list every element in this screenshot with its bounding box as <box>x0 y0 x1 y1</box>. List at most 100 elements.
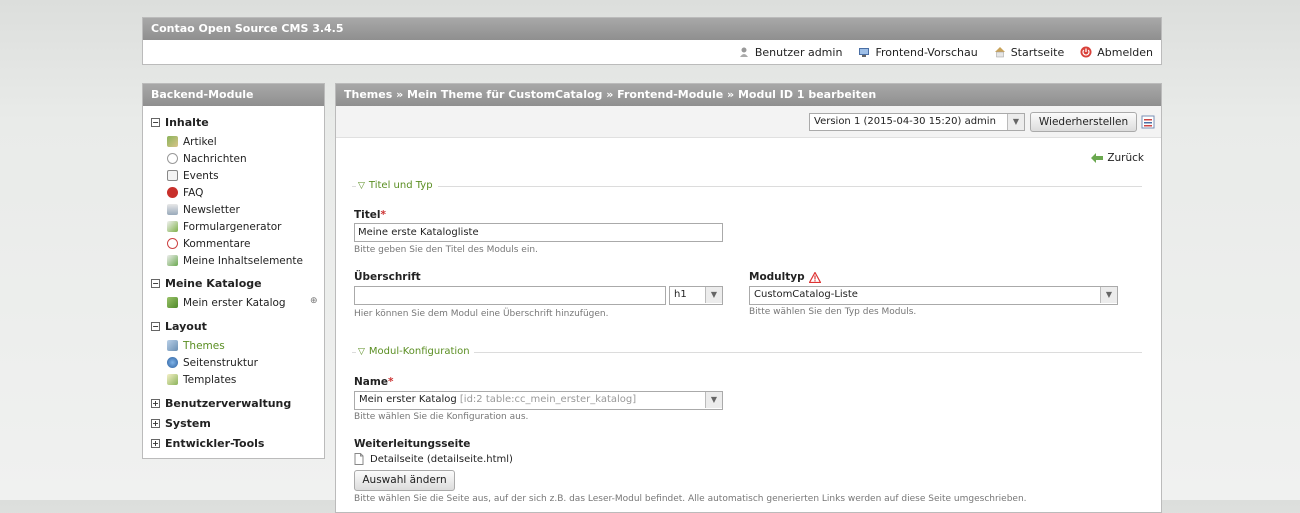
nav-group-meine-kataloge: − Meine Kataloge Mein erster Katalog ⊕ <box>143 269 324 311</box>
user-icon <box>739 47 748 57</box>
nav-group-toggle-benutzerverwaltung[interactable]: + Benutzerverwaltung <box>143 388 324 410</box>
fieldset-divider <box>474 352 1142 353</box>
fieldset-label: Modul-Konfiguration <box>368 346 470 357</box>
sidebar-item-label: Kommentare <box>183 237 251 250</box>
headline-input[interactable] <box>354 286 666 305</box>
sidebar-item-templates[interactable]: Templates <box>143 371 324 388</box>
sidebar-item-label: Themes <box>183 339 225 352</box>
sidebar-item-kommentare[interactable]: Kommentare <box>143 235 324 252</box>
nav-group-toggle-inhalte[interactable]: − Inhalte <box>143 106 324 129</box>
required-marker: * <box>387 376 394 388</box>
redirect-value-text: Detailseite (detailseite.html) <box>370 453 513 465</box>
sidebar-item-seitenstruktur[interactable]: Seitenstruktur <box>143 354 324 371</box>
logout-link[interactable]: Abmelden <box>1080 46 1153 59</box>
nav-group-label: System <box>165 416 211 430</box>
title-label: Titel* <box>354 209 386 221</box>
nav-group-toggle-meine-kataloge[interactable]: − Meine Kataloge <box>143 269 324 290</box>
fieldset-legend-modul-konfiguration[interactable]: ▽ Modul-Konfiguration <box>358 346 470 357</box>
sidebar-item-meine-inhaltselemente[interactable]: Meine Inhaltselemente <box>143 252 324 269</box>
sidebar-item-artikel[interactable]: Artikel <box>143 133 324 150</box>
redirect-label: Weiterleitungsseite <box>354 438 471 450</box>
fieldset-legend-titel-typ[interactable]: ▽ Titel und Typ <box>358 180 433 191</box>
themes-icon <box>167 340 178 351</box>
elements-icon <box>167 255 178 266</box>
breadcrumb: Themes » Mein Theme für CustomCatalog » … <box>336 84 1161 106</box>
chevron-down-icon: ▼ <box>1100 287 1117 303</box>
module-type-label: Modultyp <box>749 271 821 283</box>
nav-group-toggle-layout[interactable]: − Layout <box>143 311 324 333</box>
nav-group-toggle-entwickler-tools[interactable]: + Entwickler-Tools <box>143 430 324 450</box>
name-help: Bitte wählen Sie die Konfiguration aus. <box>354 412 529 422</box>
backend-modules-panel: Backend-Module − Inhalte Artikel Nachric… <box>142 83 325 459</box>
headline-unit-select[interactable]: h1 ▼ <box>669 286 723 305</box>
nav-group-label: Entwickler-Tools <box>165 436 265 450</box>
sidebar-item-label: Events <box>183 169 219 182</box>
collapse-icon: − <box>151 321 160 331</box>
sidebar-item-events[interactable]: Events <box>143 167 324 184</box>
sidebar-item-nachrichten[interactable]: Nachrichten <box>143 150 324 167</box>
frontend-preview-link[interactable]: Frontend-Vorschau <box>858 46 978 59</box>
headline-unit-value: h1 <box>674 289 687 300</box>
fieldset-label: Titel und Typ <box>368 180 433 191</box>
nav-group-label: Meine Kataloge <box>165 276 262 290</box>
version-select-value: Version 1 (2015-04-30 15:20) admin <box>814 116 996 127</box>
nav-group-label: Layout <box>165 319 207 333</box>
nav-group-toggle-system[interactable]: + System <box>143 410 324 430</box>
headline-help: Hier können Sie dem Modul eine Überschri… <box>354 309 609 319</box>
logout-icon <box>1080 46 1092 58</box>
chevron-down-icon: ▼ <box>705 392 722 408</box>
module-type-label-text: Modultyp <box>749 271 805 283</box>
sidebar-item-label: Newsletter <box>183 203 240 216</box>
header-toolbar: Benutzer admin Frontend-Vorschau Startse… <box>738 40 1153 64</box>
back-label: Zurück <box>1107 152 1144 164</box>
title-input[interactable]: Meine erste Katalogliste <box>354 223 723 242</box>
collapse-icon: − <box>151 278 160 288</box>
version-select[interactable]: Version 1 (2015-04-30 15:20) admin ▼ <box>809 113 1025 131</box>
back-link[interactable]: Zurück <box>1091 152 1144 164</box>
name-select-value: Mein erster Katalog <box>359 394 457 405</box>
page-icon <box>354 453 364 465</box>
form-icon <box>167 221 178 232</box>
name-select[interactable]: Mein erster Katalog [id:2 table:cc_mein_… <box>354 391 723 410</box>
sidebar-item-label: Templates <box>183 373 237 386</box>
top-header: Contao Open Source CMS 3.4.5 Benutzer ad… <box>142 17 1162 65</box>
sidebar-item-themes[interactable]: Themes <box>143 337 324 354</box>
module-type-select[interactable]: CustomCatalog-Liste ▼ <box>749 286 1118 305</box>
version-diff-icon[interactable] <box>1141 115 1155 129</box>
sidebar-item-formulargenerator[interactable]: Formulargenerator <box>143 218 324 235</box>
expand-icon: + <box>151 438 160 448</box>
restore-button[interactable]: Wiederherstellen <box>1030 112 1137 132</box>
sidebar-item-label: Artikel <box>183 135 217 148</box>
add-catalog-icon[interactable]: ⊕ <box>310 296 318 306</box>
version-bar: Version 1 (2015-04-30 15:20) admin ▼ Wie… <box>336 106 1161 138</box>
chevron-down-icon: ▼ <box>1007 114 1024 130</box>
catalog-icon <box>167 297 178 308</box>
home-link[interactable]: Startseite <box>994 45 1065 59</box>
sidebar-item-label: Seitenstruktur <box>183 356 259 369</box>
change-selection-button[interactable]: Auswahl ändern <box>354 470 455 491</box>
comments-icon <box>167 238 178 249</box>
news-icon <box>167 153 178 164</box>
sidebar-item-newsletter[interactable]: Newsletter <box>143 201 324 218</box>
templates-icon <box>167 374 178 385</box>
nav-group-label: Inhalte <box>165 115 209 129</box>
name-select-extra: [id:2 table:cc_mein_erster_katalog] <box>459 394 637 405</box>
home-label: Startseite <box>1010 45 1065 59</box>
sidebar-title: Backend-Module <box>143 84 324 106</box>
sidebar-item-faq[interactable]: FAQ <box>143 184 324 201</box>
sidebar-item-label: Mein erster Katalog <box>183 296 286 309</box>
sidebar-item-label: Formulargenerator <box>183 220 282 233</box>
expand-icon: + <box>151 418 160 428</box>
user-link[interactable]: Benutzer admin <box>738 46 842 59</box>
expand-icon: + <box>151 398 160 408</box>
redirect-value: Detailseite (detailseite.html) <box>354 453 513 465</box>
app-title: Contao Open Source CMS 3.4.5 <box>143 18 1161 40</box>
fieldset-divider <box>352 352 356 353</box>
monitor-icon <box>859 48 870 57</box>
title-label-text: Titel <box>354 209 381 221</box>
logout-label: Abmelden <box>1097 45 1153 59</box>
sidebar-item-mein-erster-katalog[interactable]: Mein erster Katalog ⊕ <box>143 294 324 311</box>
fieldset-divider <box>352 186 356 187</box>
nav-group-layout: − Layout Themes Seitenstruktur Templates <box>143 311 324 388</box>
faq-icon <box>167 187 178 198</box>
